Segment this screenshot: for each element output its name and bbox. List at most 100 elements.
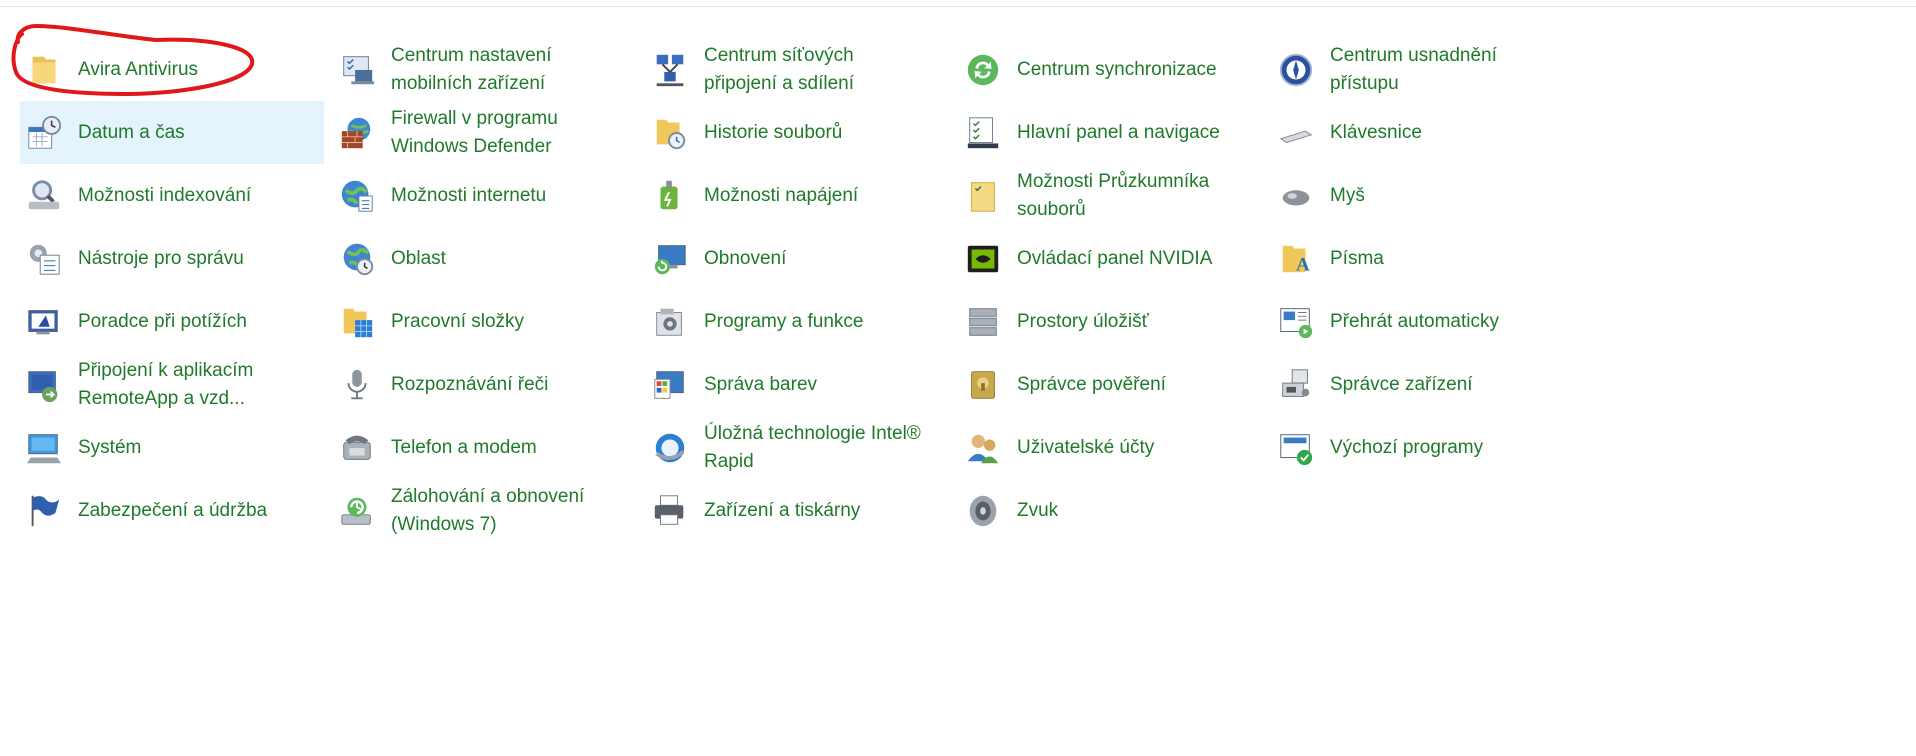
item-label: Systém xyxy=(78,436,142,458)
item-label: Rozpoznávání řeči xyxy=(391,373,549,395)
item-label: Obnovení xyxy=(704,247,787,269)
item-label: Datum a čas xyxy=(78,121,185,143)
control-panel-item-zabezpeceni-a-udrzba[interactable]: Zabezpečení a údržba xyxy=(20,479,333,542)
item-label: Oblast xyxy=(391,247,446,269)
fonts-icon: A xyxy=(1276,239,1316,279)
control-panel-item-centrum-nastaveni[interactable]: Centrum nastavení mobilních zařízení xyxy=(333,38,646,101)
taskbar-icon xyxy=(963,113,1003,153)
control-panel-item-programy-a-funkce[interactable]: Programy a funkce xyxy=(646,290,959,353)
microphone-icon xyxy=(337,365,377,405)
printer-icon xyxy=(650,491,690,531)
item-label: Telefon a modem xyxy=(391,436,537,458)
storage-spaces-icon xyxy=(963,302,1003,342)
control-panel-item-moznosti-pruzkumnika[interactable]: Možnosti Průzkumníka souborů xyxy=(959,164,1272,227)
control-panel-item-zvuk[interactable]: Zvuk xyxy=(959,479,1272,542)
item-label: Možnosti Průzkumníka souborů xyxy=(1017,170,1210,220)
security-flag-icon xyxy=(24,491,64,531)
intel-rapid-storage-icon xyxy=(650,428,690,468)
control-panel-item-pracovni-slozky[interactable]: Pracovní složky xyxy=(333,290,646,353)
control-panel-item-centrum-usnadneni[interactable]: Centrum usnadnění přístupu xyxy=(1272,38,1585,101)
date-time-icon xyxy=(24,113,64,153)
remoteapp-icon xyxy=(24,365,64,405)
control-panel-item-pripojeni-k-aplikacim[interactable]: Připojení k aplikacím RemoteApp a vzd... xyxy=(20,353,333,416)
control-panel-item-klavesnice[interactable]: Klávesnice xyxy=(1272,101,1585,164)
control-panel-item-mys[interactable]: Myš xyxy=(1272,164,1585,227)
control-panel-item-centrum-sitovych[interactable]: Centrum síťových připojení a sdílení xyxy=(646,38,959,101)
credential-manager-icon xyxy=(963,365,1003,405)
autoplay-icon xyxy=(1276,302,1316,342)
item-label: Centrum synchronizace xyxy=(1017,58,1217,80)
folder-icon xyxy=(24,50,64,90)
control-panel-item-pisma[interactable]: A Písma xyxy=(1272,227,1585,290)
region-icon xyxy=(337,239,377,279)
control-panel-item-centrum-synchronizace[interactable]: Centrum synchronizace xyxy=(959,38,1272,101)
internet-options-icon xyxy=(337,176,377,216)
item-label: Ovládací panel NVIDIA xyxy=(1017,247,1213,269)
item-label: Myš xyxy=(1330,184,1365,206)
control-panel-item-poradce-pri-potizich[interactable]: Poradce při potížích xyxy=(20,290,333,353)
control-panel-item-moznosti-napajeni[interactable]: Možnosti napájení xyxy=(646,164,959,227)
control-panel-item-avira-antivirus[interactable]: Avira Antivirus xyxy=(20,38,333,101)
control-panel-item-obnoveni[interactable]: Obnovení xyxy=(646,227,959,290)
item-label: Přehrát automaticky xyxy=(1330,310,1499,332)
control-panel-item-oblast[interactable]: Oblast xyxy=(333,227,646,290)
network-center-icon xyxy=(650,50,690,90)
control-panel-item-nastroje-pro-spravu[interactable]: Nástroje pro správu xyxy=(20,227,333,290)
control-panel-item-vychozi-programy[interactable]: Výchozí programy xyxy=(1272,416,1585,479)
color-management-icon xyxy=(650,365,690,405)
item-label: Správa barev xyxy=(704,373,818,395)
phone-modem-icon xyxy=(337,428,377,468)
control-panel-item-moznosti-internetu[interactable]: Možnosti internetu xyxy=(333,164,646,227)
item-label: Připojení k aplikacím RemoteApp a vzd... xyxy=(78,359,254,409)
backup-restore-icon xyxy=(337,491,377,531)
keyboard-icon xyxy=(1276,113,1316,153)
default-programs-icon xyxy=(1276,428,1316,468)
item-label: Prostory úložišť xyxy=(1017,310,1149,332)
item-label: Klávesnice xyxy=(1330,121,1422,143)
item-label: Úložná technologie Intel® Rapid xyxy=(704,422,921,472)
control-panel-item-sprava-barev[interactable]: Správa barev xyxy=(646,353,959,416)
speaker-icon xyxy=(963,491,1003,531)
control-panel-item-historie-souboru[interactable]: Historie souborů xyxy=(646,101,959,164)
power-options-icon xyxy=(650,176,690,216)
control-panel-item-prostory-ulozist[interactable]: Prostory úložišť xyxy=(959,290,1272,353)
control-panel-item-ovladaci-panel-nvidia[interactable]: Ovládací panel NVIDIA xyxy=(959,227,1272,290)
control-panel-item-spravce-povereni[interactable]: Správce pověření xyxy=(959,353,1272,416)
control-panel-item-firewall-v-programu[interactable]: Firewall v programu Windows Defender xyxy=(333,101,646,164)
item-label: Pracovní složky xyxy=(391,310,525,332)
indexing-icon xyxy=(24,176,64,216)
control-panel-item-prehrat-automaticky[interactable]: Přehrát automaticky xyxy=(1272,290,1585,353)
control-panel-item-telefon-a-modem[interactable]: Telefon a modem xyxy=(333,416,646,479)
control-panel-item-rozpoznavani-reci[interactable]: Rozpoznávání řeči xyxy=(333,353,646,416)
control-panel-item-hlavni-panel-a-navigace[interactable]: Hlavní panel a navigace xyxy=(959,101,1272,164)
control-panel-item-system[interactable]: Systém xyxy=(20,416,333,479)
control-panel-item-zarizeni-a-tiskarny[interactable]: Zařízení a tiskárny xyxy=(646,479,959,542)
item-label: Centrum síťových připojení a sdílení xyxy=(704,44,854,94)
control-panel-item-zalohovani-a-obnoveni[interactable]: Zálohování a obnovení (Windows 7) xyxy=(333,479,646,542)
item-label: Zvuk xyxy=(1017,499,1059,521)
item-label: Výchozí programy xyxy=(1330,436,1484,458)
control-panel-items-grid: Avira Antivirus Centrum nastavení mobilní… xyxy=(20,38,1585,542)
control-panel-item-uzivatelske-ucty[interactable]: Uživatelské účty xyxy=(959,416,1272,479)
admin-tools-icon xyxy=(24,239,64,279)
mobility-center-icon xyxy=(337,50,377,90)
work-folders-icon xyxy=(337,302,377,342)
mouse-icon xyxy=(1276,176,1316,216)
item-label: Správce zařízení xyxy=(1330,373,1473,395)
control-panel-item-moznosti-indexovani[interactable]: Možnosti indexování xyxy=(20,164,333,227)
system-icon xyxy=(24,428,64,468)
item-label: Historie souborů xyxy=(704,121,843,143)
item-label: Avira Antivirus xyxy=(78,58,199,80)
item-label: Zařízení a tiskárny xyxy=(704,499,861,521)
control-panel-item-datum-a-cas[interactable]: Datum a čas xyxy=(20,101,324,164)
item-label: Možnosti indexování xyxy=(78,184,252,206)
device-manager-icon xyxy=(1276,365,1316,405)
item-label: Písma xyxy=(1330,247,1384,269)
control-panel-item-ulozna-technologie-intel[interactable]: Úložná technologie Intel® Rapid xyxy=(646,416,959,479)
toolbar-divider xyxy=(0,0,1916,7)
nvidia-icon xyxy=(963,239,1003,279)
explorer-options-icon xyxy=(963,176,1003,216)
item-label: Centrum nastavení mobilních zařízení xyxy=(391,44,552,94)
item-label: Zálohování a obnovení (Windows 7) xyxy=(391,485,585,535)
control-panel-item-spravce-zarizeni[interactable]: Správce zařízení xyxy=(1272,353,1585,416)
